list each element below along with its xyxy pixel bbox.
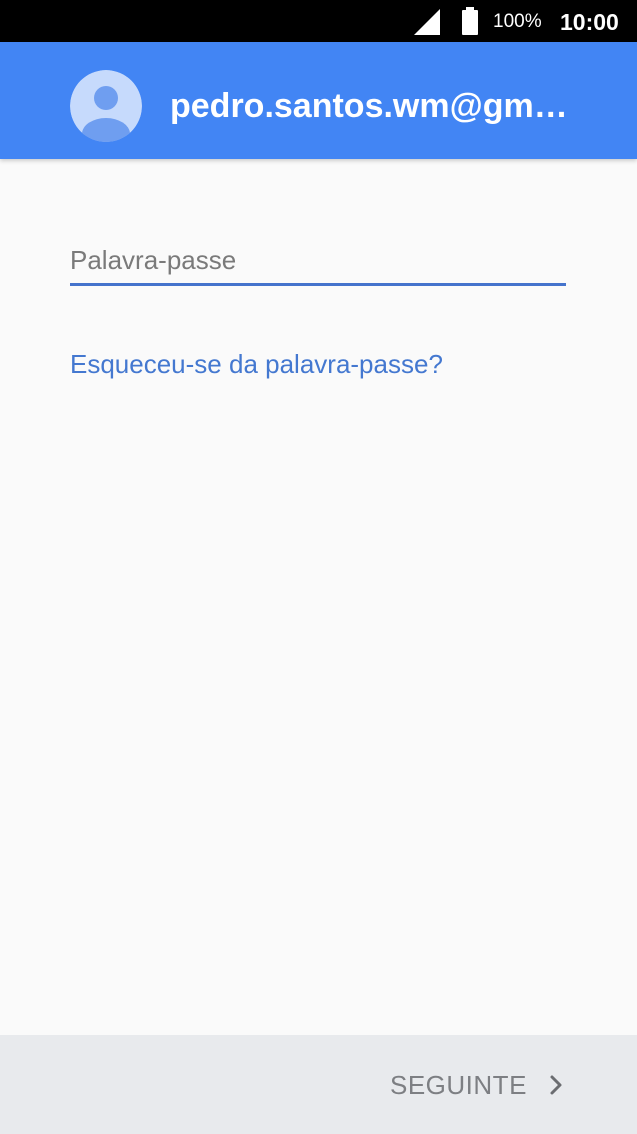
password-field[interactable] [70, 238, 566, 288]
footer-bar: SEGUINTE [0, 1035, 637, 1134]
clock: 10:00 [560, 9, 619, 35]
chevron-right-icon [550, 1075, 562, 1095]
status-bar: 100% 10:00 [0, 0, 637, 42]
next-button-label: SEGUINTE [390, 1070, 527, 1100]
account-header: pedro.santos.wm@gmail.com [0, 42, 637, 159]
password-input[interactable] [70, 238, 566, 282]
next-button[interactable]: SEGUINTE [380, 1061, 580, 1109]
battery-level: 100% [493, 11, 542, 32]
forgot-password-link[interactable]: Esqueceu-se da palavra-passe? [70, 348, 443, 380]
account-email: pedro.santos.wm@gmail.com [170, 87, 575, 125]
signal-icon [414, 9, 440, 35]
account-avatar-icon [70, 70, 142, 142]
battery-icon [462, 7, 478, 35]
password-underline [70, 283, 566, 286]
